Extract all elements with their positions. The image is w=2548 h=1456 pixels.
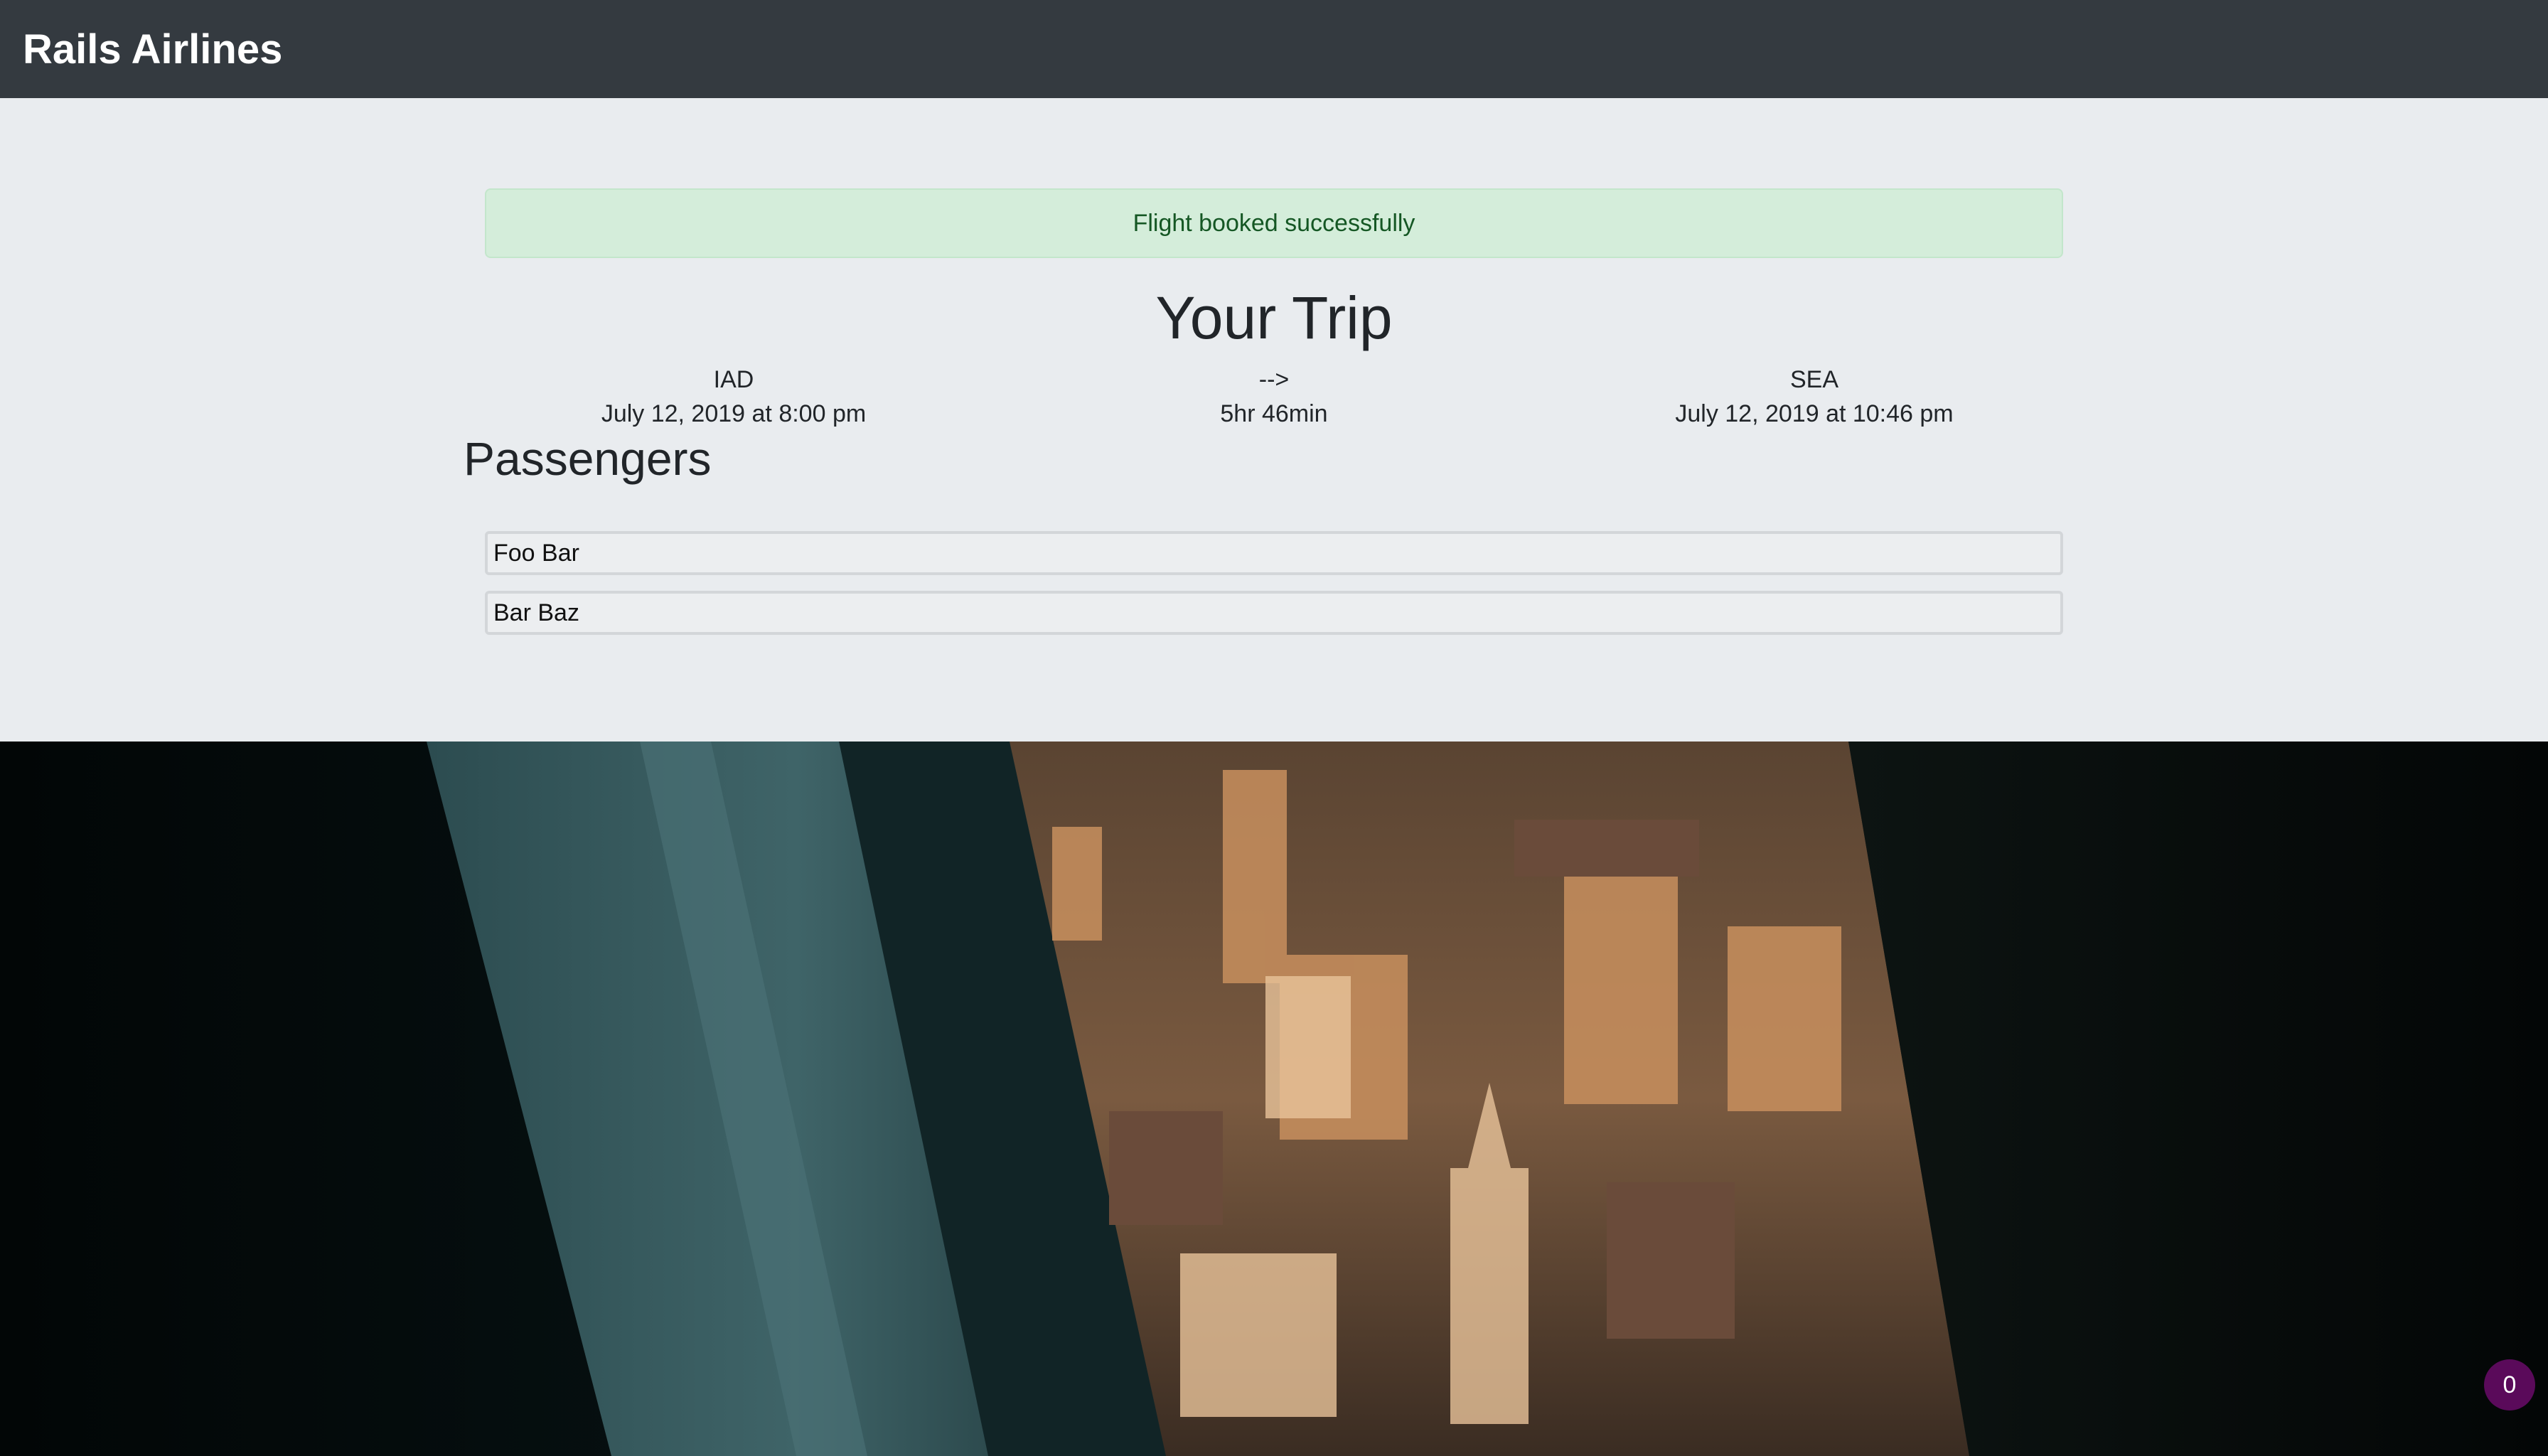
duration-column: --> 5hr 46min — [1004, 363, 1544, 431]
success-alert: Flight booked successfully — [485, 188, 2063, 258]
origin-column: IAD July 12, 2019 at 8:00 pm — [464, 363, 1004, 431]
route-arrow: --> — [1258, 366, 1290, 393]
destination-code: SEA — [1789, 366, 1839, 393]
airplane-window-photo — [0, 742, 2548, 1456]
page-title: Your Trip — [1155, 284, 1393, 351]
origin-code: IAD — [713, 366, 754, 393]
notification-badge[interactable]: 0 — [2484, 1359, 2535, 1410]
city-view-illustration — [0, 742, 2548, 1456]
badge-count: 0 — [2502, 1371, 2517, 1398]
brand-link[interactable]: Rails Airlines — [23, 21, 282, 78]
arrival-time: July 12, 2019 at 10:46 pm — [1675, 400, 1954, 427]
passenger-item: Foo Bar — [485, 531, 2063, 575]
departure-time: July 12, 2019 at 8:00 pm — [601, 400, 867, 427]
navbar: Rails Airlines — [0, 0, 2548, 98]
destination-column: SEA July 12, 2019 at 10:46 pm — [1544, 363, 2084, 431]
passengers-heading: Passengers — [464, 432, 712, 485]
flight-duration: 5hr 46min — [1220, 400, 1328, 427]
trip-panel: Flight booked successfully Your Trip IAD… — [0, 98, 2548, 742]
alert-message: Flight booked successfully — [1133, 209, 1415, 237]
passenger-item: Bar Baz — [485, 591, 2063, 635]
